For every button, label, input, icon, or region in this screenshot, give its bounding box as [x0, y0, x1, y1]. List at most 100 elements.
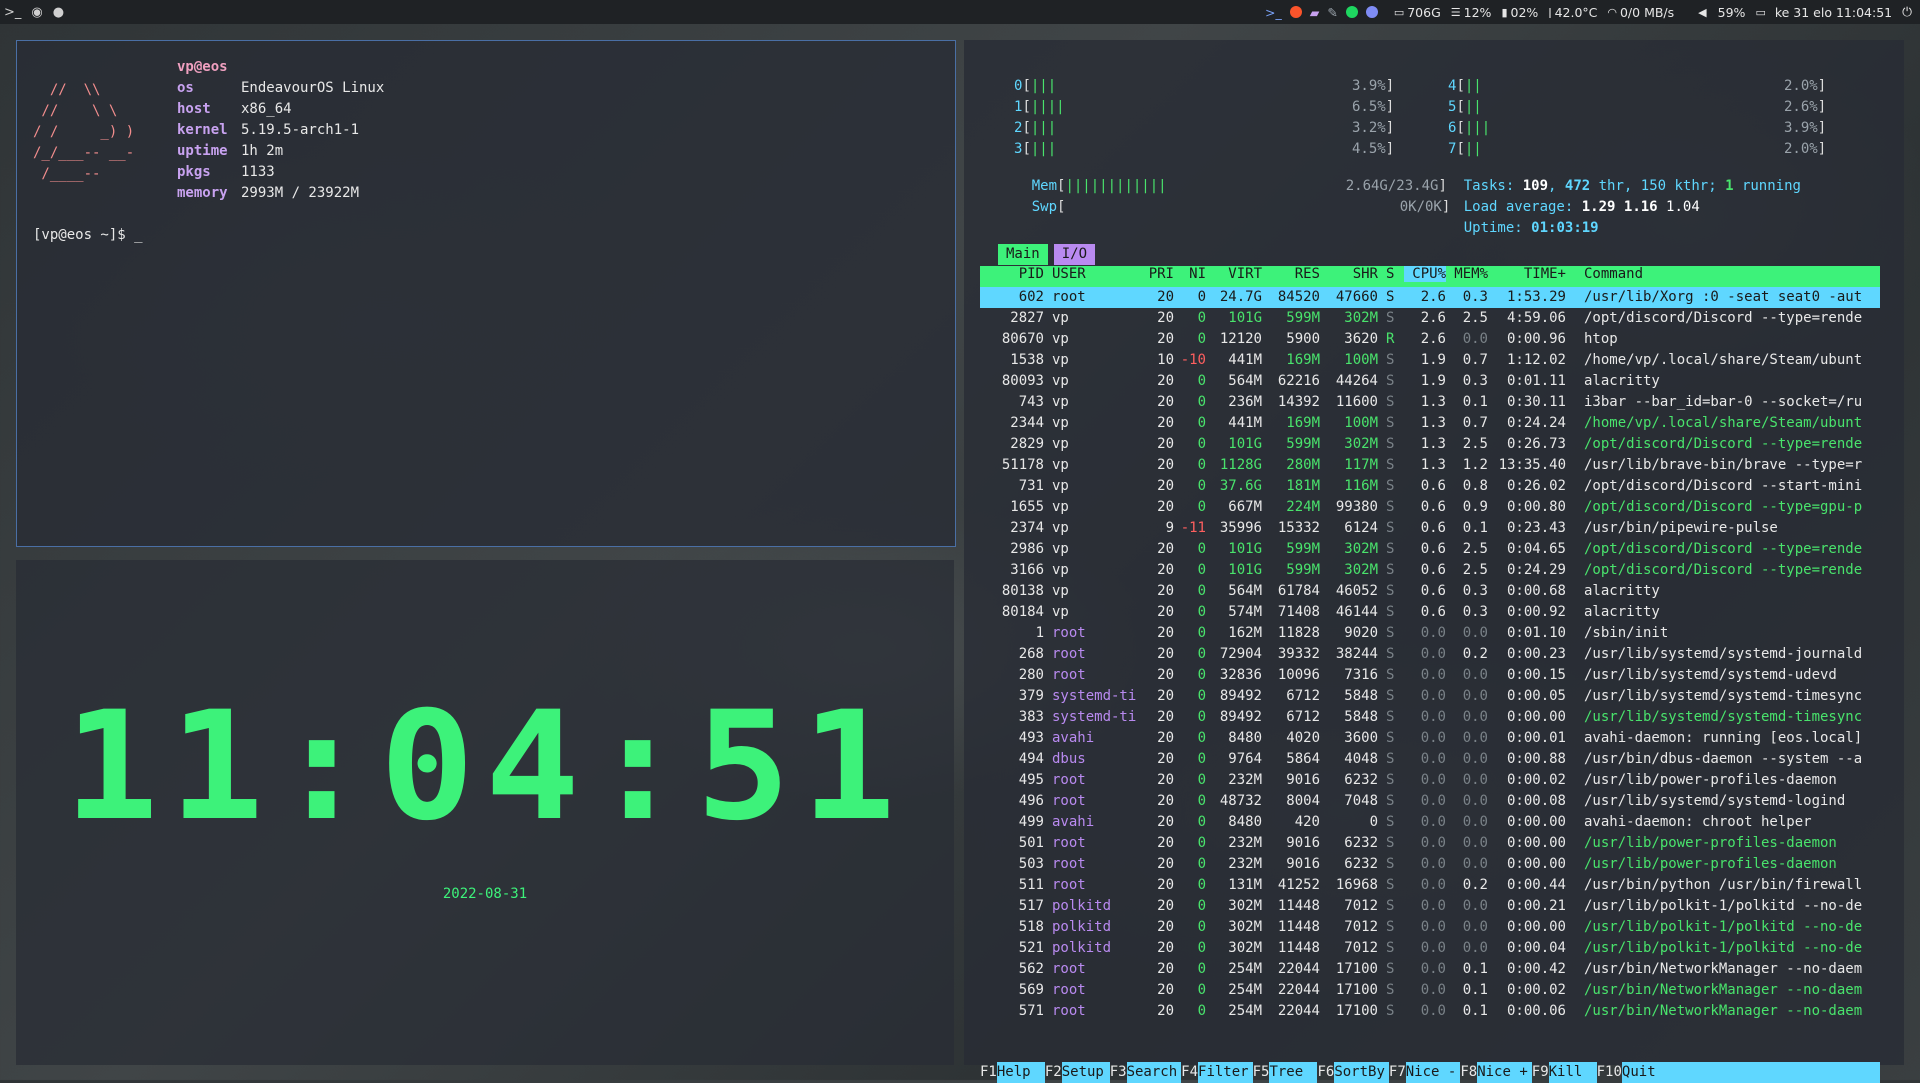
table-row[interactable]: 496 root 20 0 48732 8004 7048 S 0.0 0.0 0:00.08/us…	[980, 791, 1880, 812]
neofetch-value: EndeavourOS Linux	[241, 80, 385, 96]
terminal-tray-icon[interactable]: >_	[1265, 5, 1282, 20]
terminal-icon[interactable]: >_	[4, 5, 21, 20]
cpu-pct-4: 2.0%]	[1784, 78, 1827, 94]
table-row[interactable]: 1 root 20 0 162M 11828 9020 S 0.0 0.0 0:01.10/sbin…	[980, 623, 1880, 644]
table-row[interactable]: 1538 vp 10 -10 441M 169M 100M S 1.9 0.7 1:12.02/ho…	[980, 350, 1880, 371]
cell-res: 22044	[1277, 1003, 1320, 1019]
cell-pri: 10	[1157, 352, 1174, 368]
table-row[interactable]: 1655 vp 20 0 667M 224M 99380 S 0.6 0.9 0:00.80/opt…	[980, 497, 1880, 518]
table-row[interactable]: 731 vp 20 0 37.6G 181M 116M S 0.6 0.8 0:26.02/opt/…	[980, 476, 1880, 497]
cell-user: vp	[1052, 457, 1069, 473]
cell-pid: 518	[1018, 919, 1044, 935]
table-row[interactable]: 2986 vp 20 0 101G 599M 302M S 0.6 2.5 0:04.65/opt/…	[980, 539, 1880, 560]
col-cpu[interactable]: CPU%	[1404, 266, 1446, 282]
col-pid[interactable]: PID	[980, 266, 1044, 282]
table-row[interactable]: 602 root 20 0 24.7G 84520 47660 S 2.6 0.3 1:53.29 /…	[980, 287, 1880, 308]
cell-s: R	[1386, 331, 1395, 347]
shell-prompt[interactable]: [vp@eos ~]$ _	[33, 227, 143, 243]
col-user[interactable]: USER	[1052, 266, 1144, 282]
browser-icon[interactable]: ◉	[31, 5, 42, 20]
folder-tray-icon[interactable]: ▰	[1310, 5, 1320, 20]
cell-time: 0:00.44	[1506, 877, 1566, 893]
col-ni[interactable]: NI	[1180, 266, 1206, 282]
table-row[interactable]: 51178 vp 20 0 1128G 280M 117M S 1.3 1.2 13:35.40/u…	[980, 455, 1880, 476]
table-row[interactable]: 562 root 20 0 254M 22044 17100 S 0.0 0.1 0:00.42/u…	[980, 959, 1880, 980]
brave-tray-icon[interactable]	[1289, 6, 1302, 18]
spotify-tray-icon[interactable]	[1345, 6, 1358, 18]
col-virt[interactable]: VIRT	[1208, 266, 1262, 282]
cell-user: root	[1052, 856, 1086, 872]
table-row[interactable]: 268 root 20 0 72904 39332 38244 S 0.0 0.2 0:00.23 /…	[980, 644, 1880, 665]
cell-res: 599M	[1286, 436, 1320, 452]
col-time[interactable]: TIME+	[1494, 266, 1566, 282]
cell-res: 280M	[1286, 457, 1320, 473]
cell-cpu: 0.0	[1420, 730, 1446, 746]
cell-s: S	[1386, 646, 1395, 662]
cell-mem: 0.1	[1462, 394, 1488, 410]
table-row[interactable]: 3166 vp 20 0 101G 599M 302M S 0.6 2.5 0:24.29/opt/…	[980, 560, 1880, 581]
table-row[interactable]: 80093 vp 20 0 564M 62216 44264 S 1.9 0.3 0:01.11 al…	[980, 371, 1880, 392]
cell-ni: 0	[1197, 982, 1206, 998]
cell-shr: 17100	[1335, 961, 1378, 977]
col-mem[interactable]: MEM%	[1452, 266, 1488, 282]
table-row[interactable]: 569 root 20 0 254M 22044 17100 S 0.0 0.1 0:00.02/u…	[980, 980, 1880, 1001]
table-row[interactable]: 501 root 20 0 232M 9016 6232 S 0.0 0.0 0:00.00/usr…	[980, 833, 1880, 854]
table-row[interactable]: 80138 vp 20 0 564M 61784 46052 S 0.6 0.3 0:00.68 al…	[980, 581, 1880, 602]
cell-shr: 6124	[1344, 520, 1378, 536]
cell-cpu: 0.0	[1420, 1003, 1446, 1019]
cell-res: 169M	[1286, 352, 1320, 368]
cell-ni: 0	[1197, 310, 1206, 326]
col-pri[interactable]: PRI	[1144, 266, 1174, 282]
col-res[interactable]: RES	[1266, 266, 1320, 282]
volume-status[interactable]: ◀ 59%	[1698, 5, 1745, 20]
table-row[interactable]: 2827 vp 20 0 101G 599M 302M S 2.6 2.5 4:59.06/opt/…	[980, 308, 1880, 329]
cell-user: root	[1052, 646, 1086, 662]
pen-tray-icon[interactable]: ✎	[1327, 5, 1337, 20]
cell-virt: 254M	[1228, 982, 1262, 998]
cell-s: S	[1386, 940, 1395, 956]
neofetch-terminal[interactable]: // \\ // \ \ / / _) ) /_/___-- __- /____…	[16, 40, 956, 547]
tab-main[interactable]: Main	[998, 244, 1048, 265]
table-row[interactable]: 2344 vp 20 0 441M 169M 100M S 1.3 0.7 0:24.24/home…	[980, 413, 1880, 434]
cell-pri: 20	[1157, 415, 1174, 431]
cell-user: systemd-ti	[1052, 688, 1137, 704]
cell-pri: 20	[1157, 856, 1174, 872]
cell-cmd: /opt/discord/Discord --type=rende	[1584, 541, 1863, 557]
cell-s: S	[1386, 457, 1395, 473]
table-row[interactable]: 517 polkitd 20 0 302M 11448 7012 S 0.0 0.0 0:00.21…	[980, 896, 1880, 917]
table-row[interactable]: 503 root 20 0 232M 9016 6232 S 0.0 0.0 0:00.00/usr…	[980, 854, 1880, 875]
discord-tray-icon[interactable]	[1365, 6, 1378, 18]
tab-io[interactable]: I/O	[1053, 244, 1096, 265]
power-icon[interactable]: ⏻	[1902, 4, 1912, 20]
table-row[interactable]: 493 avahi 20 0 8480 4020 3600 S 0.0 0.0 0:00.01 ava…	[980, 728, 1880, 749]
table-row[interactable]: 80184 vp 20 0 574M 71408 46144 S 0.6 0.3 0:00.92 al…	[980, 602, 1880, 623]
table-row[interactable]: 2374 vp 9 -11 35996 15332 6124 S 0.6 0.1 0:23.43/u…	[980, 518, 1880, 539]
col-command[interactable]: Command	[1584, 266, 1880, 282]
cell-pri: 20	[1157, 898, 1174, 914]
table-row[interactable]: 521 polkitd 20 0 302M 11448 7012 S 0.0 0.0 0:00.04…	[980, 938, 1880, 959]
table-row[interactable]: 495 root 20 0 232M 9016 6232 S 0.0 0.0 0:00.02/usr…	[980, 770, 1880, 791]
table-row[interactable]: 743 vp 20 0 236M 14392 11600 S 1.3 0.1 0:30.11 i3ba…	[980, 392, 1880, 413]
cell-pri: 20	[1157, 625, 1174, 641]
table-row[interactable]: 499 avahi 20 0 8480 420 0 S 0.0 0.0 0:00.00 avahi-d…	[980, 812, 1880, 833]
table-row[interactable]: 379 systemd-ti 20 0 89492 6712 5848 S 0.0 0.0 0:00…	[980, 686, 1880, 707]
htop-terminal[interactable]: 0[||| 3.9%] 1[|||| 6.5%] 2[||| 3.2%] 3[||| 4.5%…	[964, 40, 1904, 1083]
table-row[interactable]: 518 polkitd 20 0 302M 11448 7012 S 0.0 0.0 0:00.00…	[980, 917, 1880, 938]
col-state[interactable]: S	[1386, 266, 1398, 282]
table-row[interactable]: 494 dbus 20 0 9764 5864 4048 S 0.0 0.0 0:00.88/usr…	[980, 749, 1880, 770]
table-row[interactable]: 2829 vp 20 0 101G 599M 302M S 1.3 2.5 0:26.73/opt/…	[980, 434, 1880, 455]
table-row[interactable]: 511 root 20 0 131M 41252 16968 S 0.0 0.2 0:00.44/u…	[980, 875, 1880, 896]
table-row[interactable]: 80670 vp 20 0 12120 5900 3620 R 2.6 0.0 0:00.96 hto…	[980, 329, 1880, 350]
col-shr[interactable]: SHR	[1324, 266, 1378, 282]
cell-ni: 0	[1197, 394, 1206, 410]
table-row[interactable]: 571 root 20 0 254M 22044 17100 S 0.0 0.1 0:00.06/u…	[980, 1001, 1880, 1022]
chat-icon[interactable]: ●	[53, 5, 64, 20]
table-row[interactable]: 383 systemd-ti 20 0 89492 6712 5848 S 0.0 0.0 0:00…	[980, 707, 1880, 728]
cell-time: 0:00.92	[1506, 604, 1566, 620]
cell-s: S	[1386, 562, 1395, 578]
cell-time: 0:04.65	[1506, 541, 1566, 557]
clock-terminal[interactable]: 11:04:51 2022-08-31	[16, 560, 954, 1065]
disk-status: ▭ 706G	[1393, 4, 1441, 20]
cpu-pct-2: 3.2%]	[1352, 120, 1395, 136]
table-row[interactable]: 280 root 20 0 32836 10096 7316 S 0.0 0.0 0:00.15/u…	[980, 665, 1880, 686]
